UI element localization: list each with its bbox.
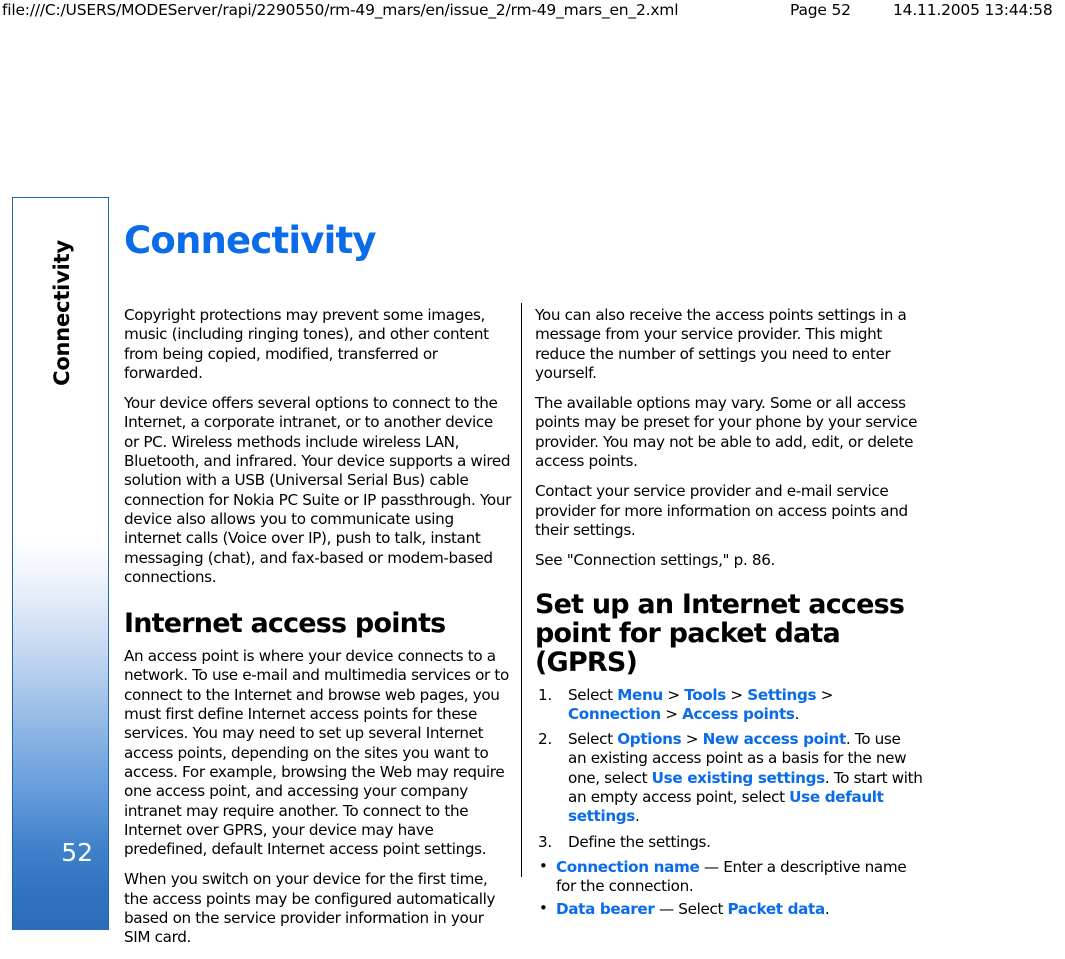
paragraph: You can also receive the access points s… (535, 306, 907, 382)
numbered-step: 1. Select Menu > Tools > Settings > Conne… (535, 686, 923, 725)
page-title: Connectivity (124, 219, 376, 262)
sidebar-vertical-label-wrap: Connectivity (13, 198, 110, 428)
ui-term: Tools (684, 685, 726, 704)
menu-separator: > (725, 685, 748, 704)
paragraph: Your device offers several options to co… (124, 394, 512, 586)
paragraph: Copyright protections may prevent some i… (124, 306, 489, 382)
ui-term: Menu (617, 685, 663, 704)
step-number: 2. (538, 730, 552, 749)
numbered-step-list: 1. Select Menu > Tools > Settings > Conne… (535, 686, 923, 852)
bullet-marker: • (539, 898, 548, 917)
text-run: Define the settings. (568, 832, 711, 851)
ui-term: New access point (702, 730, 847, 749)
text-run: . (794, 704, 800, 723)
text-run: Select (568, 685, 618, 704)
numbered-step: 3. Define the settings. (535, 833, 923, 852)
ui-term: Access points (682, 704, 795, 723)
text-run: Select (568, 730, 618, 749)
ui-term: Use existing settings (651, 768, 826, 787)
paragraph: When you switch on your device for the f… (124, 870, 496, 947)
ui-term: Data bearer (556, 899, 655, 918)
column-divider-rule (521, 303, 522, 877)
text-run: — Select (654, 899, 728, 918)
chapter-sidebar-tab: Connectivity 52 (12, 197, 109, 930)
paragraph: Contact your service provider and e-mail… (535, 482, 908, 539)
menu-separator: > (660, 704, 683, 723)
print-header-page: Page 52 (790, 1, 851, 19)
right-column: You can also receive the access points s… (535, 306, 923, 922)
left-column: Copyright protections may prevent some i… (124, 306, 512, 959)
bullet-item: • Connection name — Enter a descriptive n… (535, 856, 923, 897)
menu-separator: > (816, 685, 834, 704)
menu-separator: > (681, 730, 703, 749)
section-heading-internet-access-points: Internet access points (124, 608, 446, 640)
bullet-item: • Data bearer — Select Packet data. (535, 898, 923, 919)
ui-term: Options (617, 730, 682, 749)
print-header: file:///C:/USERS/MODEServer/rapi/2290550… (0, 0, 1065, 24)
menu-separator: > (662, 685, 685, 704)
text-run: . (635, 807, 640, 826)
ui-term: Connection name (556, 857, 700, 876)
settings-bullet-list: • Connection name — Enter a descriptive n… (535, 856, 923, 919)
paragraph: An access point is where your device con… (124, 647, 509, 859)
ui-term: Connection (568, 704, 661, 723)
numbered-step: 2. Select Options > New access point. To … (535, 730, 923, 826)
step-number: 1. (538, 685, 552, 704)
sidebar-chapter-label: Connectivity (49, 240, 74, 386)
ui-term: Settings (747, 685, 817, 704)
step-number: 3. (538, 832, 552, 851)
cross-reference: See "Connection settings," p. 86. (535, 551, 776, 570)
print-header-url: file:///C:/USERS/MODEServer/rapi/2290550… (2, 1, 679, 19)
text-run: . (824, 899, 830, 918)
section-heading-set-up-access-point: Set up an Internet access point for pack… (535, 588, 905, 678)
ui-term: Packet data (727, 899, 826, 918)
print-header-datetime: 14.11.2005 13:44:58 (893, 1, 1053, 19)
paragraph: The available options may vary. Some or … (535, 394, 918, 471)
page-number: 52 (61, 838, 93, 867)
bullet-marker: • (539, 856, 548, 875)
